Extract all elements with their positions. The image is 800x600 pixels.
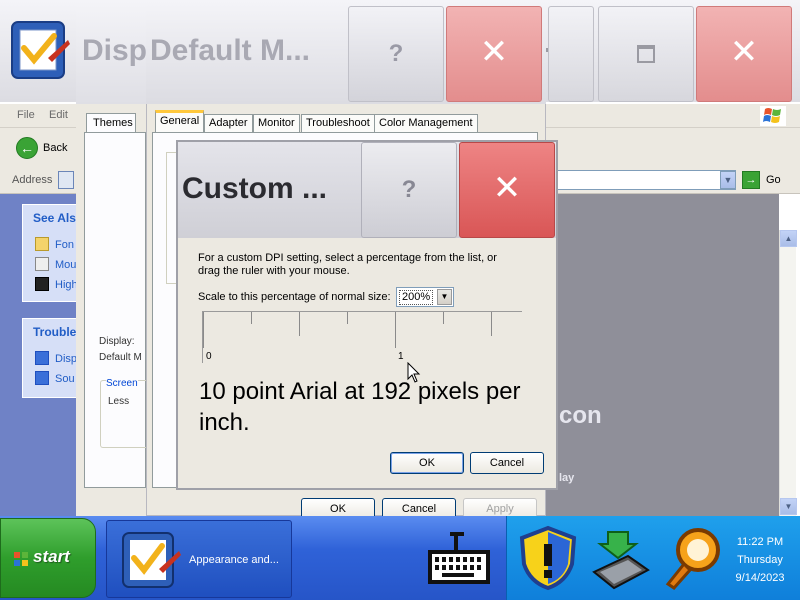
custom-dpi-close-button[interactable]: ✕: [459, 142, 555, 238]
chevron-down-icon[interactable]: ▼: [437, 289, 452, 305]
start-label: start: [33, 547, 70, 566]
explorer-minimize-button[interactable]: [548, 6, 594, 102]
maximize-icon: [637, 45, 655, 63]
display-value: Default M: [99, 352, 142, 363]
taskbar-item-appearance[interactable]: Appearance and...: [106, 520, 292, 598]
dpi-scale-label: Scale to this percentage of normal size:: [198, 291, 391, 303]
mouse-icon: [35, 257, 49, 271]
dpi-ruler[interactable]: 0 1: [202, 311, 522, 363]
menu-edit[interactable]: Edit: [49, 109, 68, 121]
ruler-tick: [299, 312, 300, 336]
chevron-down-icon[interactable]: ▼: [720, 171, 736, 189]
screen-resolution-legend: Screen: [106, 378, 138, 389]
see-also-item-fonts[interactable]: Fon: [35, 237, 74, 251]
ruler-tick: [251, 312, 252, 324]
custom-dpi-help-button[interactable]: ?: [361, 142, 457, 238]
ruler-tick: [443, 312, 444, 324]
ruler-tick: [347, 312, 348, 324]
dpi-cancel-button[interactable]: Cancel: [470, 452, 544, 474]
dpi-scale-value: 200%: [399, 290, 434, 305]
clock-time: 11:22 PM: [736, 536, 784, 548]
explorer-maximize-button[interactable]: [598, 6, 694, 102]
go-button[interactable]: → Go: [742, 171, 792, 189]
troubleshoot-item-sound[interactable]: Sou: [35, 371, 75, 385]
keyboard-icon[interactable]: [424, 528, 494, 588]
back-arrow-icon: ←: [16, 137, 38, 159]
monitor-properties-title: Default M...: [150, 34, 311, 67]
screen-resolution-group: [100, 380, 148, 448]
back-button[interactable]: ← Back: [16, 137, 76, 159]
explorer-task-pane: See Als Fon Mou High Trouble Disp Sou: [0, 194, 82, 516]
content-watermark: con: [559, 402, 602, 429]
help-icon: [35, 351, 49, 365]
ruler-tick-major: [203, 312, 204, 348]
tab-color-management[interactable]: Color Management: [374, 114, 478, 132]
go-label: Go: [766, 174, 781, 186]
control-panel-icon: [8, 18, 72, 84]
display-properties-titlebar[interactable]: Disp: [76, 0, 148, 104]
screen-resolution-less-label: Less: [108, 396, 130, 407]
help-icon: [35, 371, 49, 385]
go-arrow-icon: →: [742, 171, 760, 189]
see-also-item-mouse[interactable]: Mou: [35, 257, 76, 271]
search-magnifier-icon[interactable]: [660, 524, 726, 594]
monitor-help-button[interactable]: ?: [348, 6, 444, 102]
explorer-content-area: con lay: [545, 194, 779, 516]
tab-troubleshoot[interactable]: Troubleshoot: [301, 114, 375, 132]
dpi-ok-button[interactable]: OK: [390, 452, 464, 474]
scroll-up-icon[interactable]: ▲: [780, 230, 797, 247]
display-label: Display:: [99, 336, 135, 347]
display-properties-title: Disp: [82, 34, 148, 67]
mouse-cursor-icon: [407, 361, 421, 384]
explorer-scrollbar[interactable]: ▲ ▼: [779, 230, 797, 516]
explorer-close-button[interactable]: ✕: [696, 6, 792, 102]
scroll-down-icon[interactable]: ▼: [780, 498, 797, 515]
folder-icon: [35, 237, 49, 251]
taskbar-clock[interactable]: 11:22 PM Thursday 9/14/2023: [730, 533, 790, 587]
tab-adapter[interactable]: Adapter: [204, 114, 253, 132]
menu-file[interactable]: File: [17, 109, 35, 121]
clock-date: 9/14/2023: [735, 572, 785, 584]
see-also-box: See Als Fon Mou High: [22, 204, 82, 302]
ruler-tick-major: [395, 312, 396, 348]
address-folder-icon: [58, 171, 74, 189]
address-label: Address: [12, 174, 53, 186]
tab-themes[interactable]: Themes: [86, 113, 136, 133]
control-panel-icon: [122, 532, 181, 588]
taskbar-item-label: Appearance and...: [189, 554, 279, 566]
contrast-icon: [35, 277, 49, 291]
address-input[interactable]: [556, 170, 736, 190]
monitor-close-button[interactable]: ✕: [446, 6, 542, 102]
ruler-tick: [491, 312, 492, 336]
custom-dpi-title: Custom ...: [182, 172, 328, 205]
start-button[interactable]: start: [0, 518, 96, 598]
tab-general[interactable]: General: [155, 110, 205, 133]
dpi-sample-text: 10 point Arial at 192 pixels per inch.: [199, 378, 521, 436]
ruler-label-0: 0: [206, 351, 212, 362]
security-shield-icon[interactable]: [516, 524, 580, 592]
see-also-item-contrast[interactable]: High: [35, 277, 78, 291]
troubleshooters-heading: Trouble: [33, 325, 77, 339]
dpi-scale-select[interactable]: 200% ▼: [396, 287, 454, 307]
see-also-heading: See Als: [33, 211, 76, 225]
windows-logo-icon: [760, 106, 786, 126]
tab-monitor[interactable]: Monitor: [253, 114, 300, 132]
network-icon[interactable]: [588, 526, 654, 592]
ruler-label-1: 1: [398, 351, 404, 362]
content-watermark-2: lay: [559, 472, 575, 484]
troubleshoot-item-display[interactable]: Disp: [35, 351, 77, 365]
dpi-instructions: For a custom DPI setting, select a perce…: [198, 252, 497, 277]
back-label: Back: [43, 142, 68, 154]
clock-day: Thursday: [737, 554, 783, 566]
troubleshooters-box: Trouble Disp Sou: [22, 318, 82, 398]
windows-flag-icon: [14, 552, 28, 566]
